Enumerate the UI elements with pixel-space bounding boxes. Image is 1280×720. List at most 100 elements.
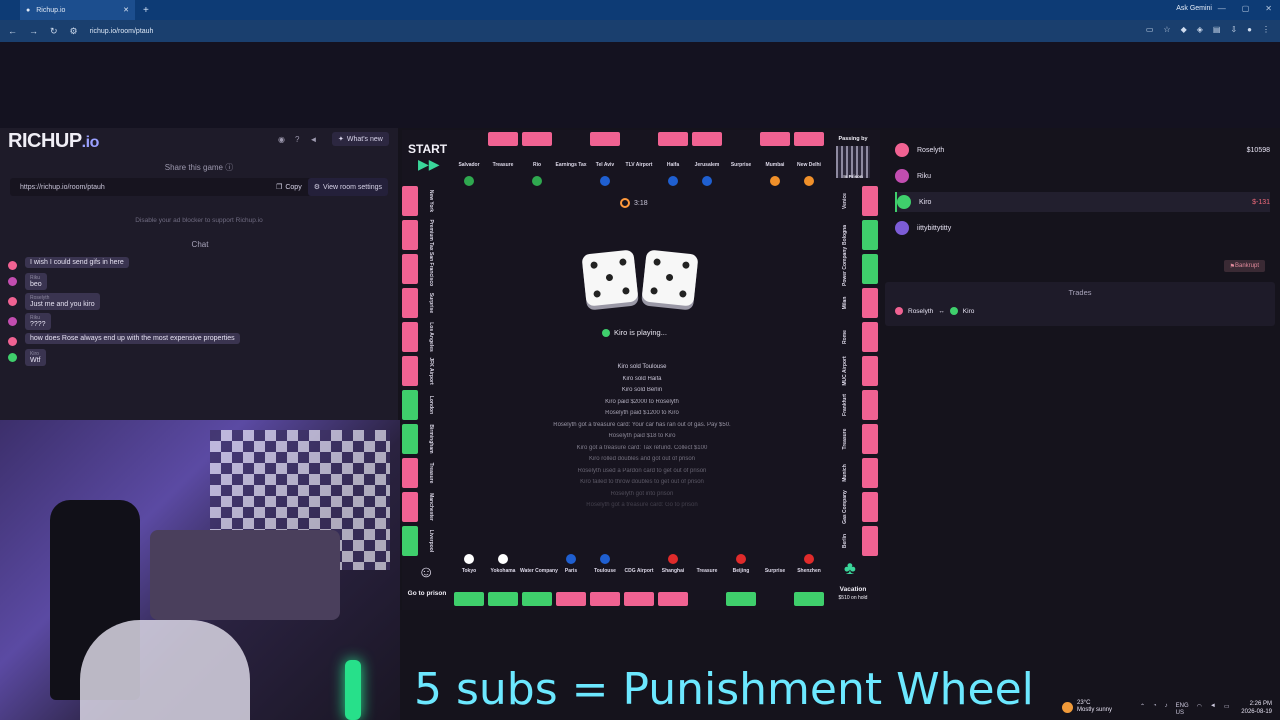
tile-bottom[interactable]: Yokohama <box>486 554 520 610</box>
tile-right[interactable]: Rome <box>826 320 880 354</box>
tile-left[interactable]: New York <box>402 184 452 218</box>
menu-icon[interactable]: ⋮ <box>1262 25 1270 34</box>
tile-right[interactable]: Berlin <box>826 524 880 558</box>
tile-left[interactable]: Los Angeles <box>402 320 452 354</box>
corner-go-to-prison: ☺ Go to prison <box>402 554 452 610</box>
tile-left[interactable]: Treasure <box>402 456 452 490</box>
tile-left[interactable]: Liverpool <box>402 524 452 558</box>
copy-button[interactable]: ❐ Copy <box>270 178 308 196</box>
tile-left[interactable]: JFK Airport <box>402 354 452 388</box>
tile-left[interactable]: Birmingham <box>402 422 452 456</box>
passing-by-label: Passing by <box>838 136 868 142</box>
language-indicator[interactable]: ENG US <box>1176 703 1189 717</box>
log-entry: Kiro got a treasure card: Tax refund. Co… <box>576 444 708 451</box>
tile-right[interactable]: Treasure <box>826 422 880 456</box>
tile-top[interactable]: Earnings Tax <box>554 130 588 184</box>
discord-icon[interactable]: ◉ <box>278 135 285 144</box>
back-icon[interactable]: ← <box>8 26 17 36</box>
reload-icon[interactable]: ↻ <box>50 26 58 37</box>
tile-left[interactable]: San Francisco <box>402 252 452 286</box>
mic-icon[interactable]: ♪ <box>1165 703 1168 717</box>
tile-right[interactable]: Gas Company <box>826 490 880 524</box>
tile-right[interactable]: Frankfurt <box>826 388 880 422</box>
tile-bottom[interactable]: Treasure <box>690 554 724 610</box>
tile-top[interactable]: Jerusalem <box>690 130 724 186</box>
new-tab-icon[interactable]: + <box>143 5 149 16</box>
share-url-field[interactable]: https://richup.io/room/ptauh <box>10 184 270 191</box>
forward-icon[interactable]: → <box>29 26 38 36</box>
help-icon[interactable]: ? <box>295 135 299 144</box>
cast-icon[interactable]: ▭ <box>1146 25 1154 34</box>
tile-bottom[interactable]: Water Company <box>520 554 558 610</box>
maximize-icon[interactable]: ▢ <box>1242 4 1250 13</box>
player-row[interactable]: Riku <box>895 166 1270 186</box>
tile-top[interactable]: Mumbai <box>758 130 792 186</box>
speaker-icon[interactable]: ◄ <box>1210 703 1216 717</box>
avatar <box>8 337 17 346</box>
tile-bottom[interactable]: Paris <box>554 554 588 610</box>
room-settings-button[interactable]: ⚙ View room settings <box>307 178 388 196</box>
tile-label: Paris <box>564 568 578 574</box>
sidepanel-icon[interactable]: ▤ <box>1213 25 1221 34</box>
tile-top[interactable]: TLV Airport <box>622 130 656 184</box>
browser-tab[interactable]: ● Richup.io ✕ <box>20 0 135 20</box>
tile-label: Surprise <box>730 162 752 168</box>
tile-top[interactable]: Salvador <box>452 130 486 186</box>
close-window-icon[interactable]: ✕ <box>1265 4 1272 13</box>
tile-bottom[interactable]: Beijing <box>724 554 758 610</box>
player-row[interactable]: Roselyth $10598 <box>895 140 1270 160</box>
player-row[interactable]: iittybittytitty <box>895 218 1270 238</box>
weather-widget[interactable]: 23°C Mostly sunny <box>1062 700 1112 714</box>
tile-right[interactable]: Power Company <box>826 247 880 286</box>
bookmark-star-icon[interactable]: ☆ <box>1163 25 1170 34</box>
color-strip <box>760 132 790 146</box>
tile-label: Rio <box>532 162 542 168</box>
tile-top[interactable]: Tel Aviv <box>588 130 622 186</box>
tab-close-icon[interactable]: ✕ <box>123 6 129 14</box>
player-dot <box>602 328 610 337</box>
tile-right[interactable]: Milan <box>826 286 880 320</box>
tile-left[interactable]: Premium Tax <box>402 218 452 252</box>
url-field[interactable]: richup.io/room/ptauh <box>90 28 154 35</box>
ask-gemini-button[interactable]: Ask Gemini <box>1176 5 1212 12</box>
tile-top[interactable]: Rio <box>520 130 554 186</box>
tile-top[interactable]: Surprise <box>724 130 758 184</box>
clock[interactable]: 2:26 PM 2026-08-19 <box>1241 700 1272 716</box>
chevron-up-icon[interactable]: ⌃ <box>1140 703 1145 717</box>
tile-top[interactable]: Haifa <box>656 130 690 186</box>
tile-right[interactable]: Munich <box>826 456 880 490</box>
log-entry: Kiro sold Berlin <box>621 387 663 393</box>
die-left[interactable] <box>581 249 639 307</box>
tile-bottom[interactable]: Tokyo <box>452 554 486 610</box>
minimize-icon[interactable]: — <box>1218 4 1226 13</box>
profile-avatar-icon[interactable]: ● <box>1247 25 1252 34</box>
network-icon[interactable]: ◔ <box>1153 703 1157 717</box>
tile-right[interactable]: Bologna <box>826 218 880 252</box>
volume-icon[interactable]: ◄ <box>309 135 317 144</box>
tile-left[interactable]: Surprise <box>402 286 452 320</box>
extension-icon[interactable]: ◆ <box>1181 25 1187 34</box>
site-info-icon[interactable]: ⚙ <box>70 26 78 37</box>
download-icon[interactable]: ⇩ <box>1230 25 1237 34</box>
extension-icon[interactable]: ◈ <box>1197 25 1203 34</box>
tile-bottom[interactable]: Toulouse <box>588 554 622 610</box>
tile-top[interactable]: Treasure <box>486 130 520 184</box>
tile-right[interactable]: MUC Airport <box>826 354 880 388</box>
wifi-icon[interactable]: ◠ <box>1197 703 1202 717</box>
trade-item[interactable]: Roselyth ↔ Kiro <box>895 307 974 315</box>
player-row[interactable]: Kiro $-131 <box>895 192 1270 212</box>
tile-left[interactable]: Manchester <box>402 490 452 524</box>
tile-bottom[interactable]: CDG Airport <box>622 554 656 610</box>
die-right[interactable] <box>641 249 699 307</box>
battery-icon[interactable]: ▭ <box>1224 703 1230 717</box>
tile-top[interactable]: New Delhi <box>792 130 826 186</box>
info-icon[interactable]: ⓘ <box>225 163 233 172</box>
bankrupt-button[interactable]: ⚑ Bankrupt <box>1223 260 1265 272</box>
tile-right[interactable]: Venice <box>826 184 880 218</box>
tile-bottom[interactable]: Surprise <box>758 554 792 610</box>
whats-new-button[interactable]: ✦ What's new <box>332 132 389 146</box>
tile-bottom[interactable]: Shenzhen <box>792 554 826 610</box>
tile-bottom[interactable]: Shanghai <box>656 554 690 610</box>
extension-icons: ▭ ☆ ◆ ◈ ▤ ⇩ ● ⋮ <box>1146 25 1270 34</box>
tile-left[interactable]: London <box>402 388 452 422</box>
